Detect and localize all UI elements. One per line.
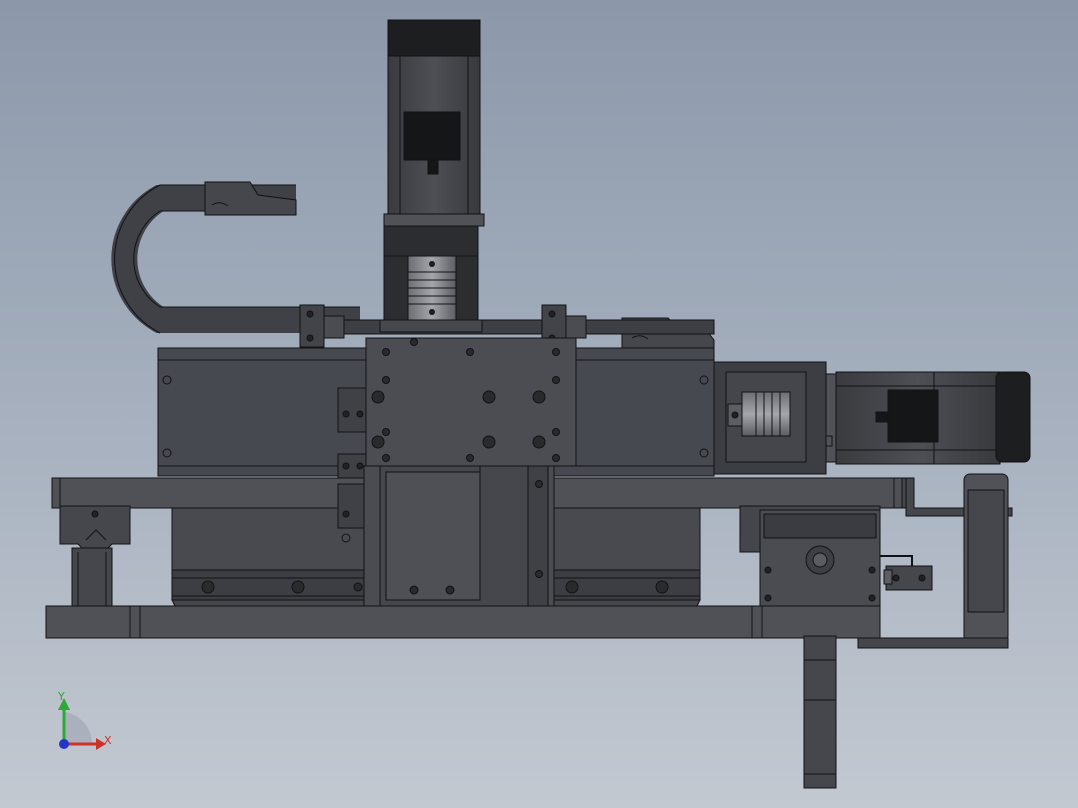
horizontal-servo-motor[interactable] xyxy=(825,371,1031,465)
cad-model-view[interactable]: Y X xyxy=(0,0,1078,808)
support-post[interactable] xyxy=(803,635,837,789)
vertical-coupling-housing[interactable] xyxy=(379,255,483,333)
reference-triad: Y X xyxy=(57,690,112,750)
bottom-frame-beam[interactable] xyxy=(45,605,881,639)
limit-sensor-upper[interactable] xyxy=(337,387,367,433)
z-axis-dot xyxy=(59,739,69,749)
y-axis-label: Y xyxy=(57,690,65,703)
limit-sensor-lower[interactable] xyxy=(337,453,367,479)
x-axis-label: X xyxy=(104,734,112,747)
horizontal-coupling-housing[interactable] xyxy=(713,361,827,475)
vertical-slide-column[interactable] xyxy=(363,465,555,629)
vertical-servo-motor[interactable] xyxy=(383,19,485,257)
top-guide-strip xyxy=(299,319,715,335)
rotary-actuator[interactable] xyxy=(739,505,881,607)
left-guide-block[interactable] xyxy=(59,505,131,607)
graphics-viewport[interactable]: Y X xyxy=(0,0,1078,808)
carriage-plate[interactable] xyxy=(365,337,577,467)
proximity-sensor[interactable] xyxy=(880,555,933,591)
